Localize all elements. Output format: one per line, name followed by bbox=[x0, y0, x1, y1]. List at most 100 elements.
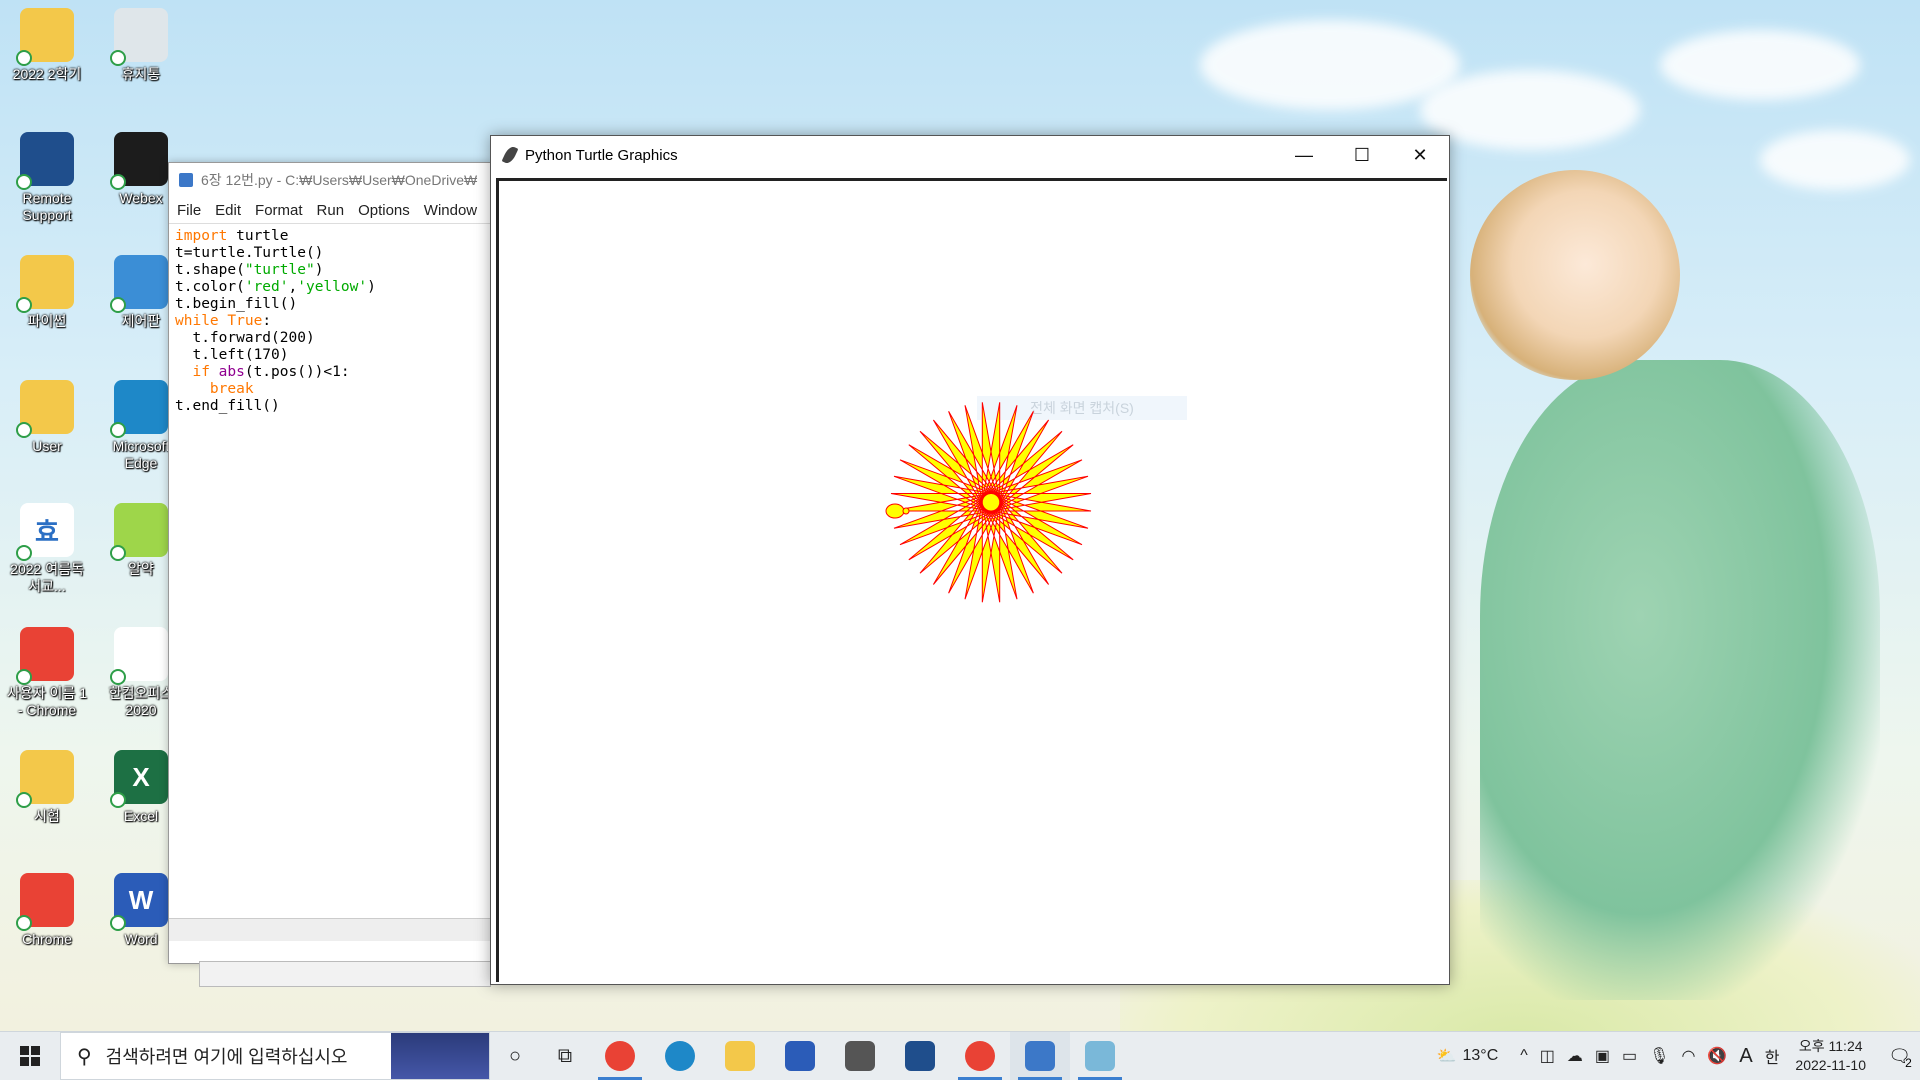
meet-now-icon[interactable]: ◫ bbox=[1540, 1046, 1555, 1066]
desktop-icon-image bbox=[16, 132, 74, 190]
battery-icon[interactable]: ▭ bbox=[1622, 1046, 1637, 1066]
edge-icon bbox=[665, 1041, 695, 1071]
chevron-up-icon[interactable]: ^ bbox=[1520, 1047, 1528, 1065]
idle-title-bar[interactable]: 6장 12번.py - C:₩Users₩User₩OneDrive₩ bbox=[169, 163, 491, 197]
weather-icon[interactable]: ⛅ bbox=[1437, 1046, 1457, 1066]
chrome-user-icon bbox=[605, 1041, 635, 1071]
code-line: import turtle bbox=[175, 228, 485, 245]
volume-muted-icon[interactable]: 🔇 bbox=[1707, 1046, 1727, 1066]
code-text: t.left(170) bbox=[175, 347, 289, 363]
taskbar-app-edge[interactable] bbox=[650, 1032, 710, 1080]
file-explorer-icon bbox=[725, 1041, 755, 1071]
desktop-icon-label: 휴지통 bbox=[121, 66, 161, 82]
maximize-button[interactable]: ☐ bbox=[1333, 136, 1391, 174]
string-literal: 'red' bbox=[244, 279, 289, 295]
taskbar-app-python-idle[interactable] bbox=[1010, 1032, 1070, 1080]
desktop-icon[interactable]: 2022 2학기 bbox=[4, 8, 90, 83]
desktop-icon-label: 파이썬 bbox=[27, 313, 67, 329]
menu-format[interactable]: Format bbox=[255, 202, 303, 219]
desktop-icon-label: 제어판 bbox=[121, 313, 161, 329]
code-line: t=turtle.Turtle() bbox=[175, 245, 485, 262]
notification-count: 2 bbox=[1905, 1056, 1912, 1070]
turtle-canvas[interactable]: 전체 화면 캡처(S) bbox=[496, 178, 1447, 982]
menu-run[interactable]: Run bbox=[317, 202, 345, 219]
desktop-icon-image bbox=[110, 132, 168, 190]
turtle-graphics-window[interactable]: Python Turtle Graphics — ☐ ✕ 전체 화면 캡처(S) bbox=[490, 135, 1450, 985]
menu-file[interactable]: File bbox=[177, 202, 201, 219]
task-view-button[interactable]: ⧉ bbox=[540, 1032, 590, 1080]
sync-status-icon bbox=[16, 174, 32, 190]
turtle-drawing bbox=[885, 402, 1092, 603]
turtle-window-title: Python Turtle Graphics bbox=[525, 146, 678, 164]
taskbar-app-search-app[interactable] bbox=[890, 1032, 950, 1080]
code-line: t.shape("turtle") bbox=[175, 262, 485, 279]
idle-title-text: 6장 12번.py - C:₩Users₩User₩OneDrive₩ bbox=[201, 172, 478, 188]
desktop-icon[interactable]: 파이썬 bbox=[4, 255, 90, 330]
desktop-icon[interactable]: 휴지통 bbox=[98, 8, 184, 83]
wallpaper-figure-head bbox=[1470, 170, 1680, 380]
sync-status-icon bbox=[110, 545, 126, 561]
keyword: break bbox=[175, 381, 254, 397]
taskbar-app-mail[interactable] bbox=[770, 1032, 830, 1080]
desktop-icon[interactable]: 시험 bbox=[4, 750, 90, 825]
start-button[interactable] bbox=[0, 1032, 60, 1080]
desktop-icon[interactable]: 효 2022 여름독서교... bbox=[4, 503, 90, 595]
string-literal: "turtle" bbox=[244, 262, 315, 278]
code-line: if abs(t.pos())<1: bbox=[175, 364, 485, 381]
desktop-icon-label: User bbox=[32, 438, 62, 454]
taskbar-app-chrome-user[interactable] bbox=[590, 1032, 650, 1080]
desktop-icon-label: 사용자 이름 1 - Chrome bbox=[7, 685, 87, 718]
mail-icon bbox=[785, 1041, 815, 1071]
microphone-icon[interactable]: 🎙 bbox=[1649, 1046, 1669, 1066]
desktop-icon[interactable]: 사용자 이름 1 - Chrome bbox=[4, 627, 90, 719]
taskbar-app-settings[interactable] bbox=[830, 1032, 890, 1080]
wifi-icon[interactable]: ◠ bbox=[1681, 1046, 1695, 1066]
notification-center-button[interactable]: 🗨 2 bbox=[1880, 1032, 1920, 1080]
code-editor[interactable]: import turtle t=turtle.Turtle() t.shape("t… bbox=[169, 223, 491, 419]
desktop-icon-image: W bbox=[110, 873, 168, 931]
windows-logo-icon bbox=[20, 1046, 40, 1066]
desktop-icon[interactable]: Remote Support bbox=[4, 132, 90, 224]
minimize-button[interactable]: — bbox=[1275, 136, 1333, 174]
taskbar-app-python-turtle[interactable] bbox=[1070, 1032, 1130, 1080]
code-line: t.color('red','yellow') bbox=[175, 279, 485, 296]
code-line: t.forward(200) bbox=[175, 330, 485, 347]
desktop-icon[interactable]: User bbox=[4, 380, 90, 455]
font-icon[interactable]: A bbox=[1739, 1045, 1752, 1068]
code-text: t=turtle.Turtle() bbox=[175, 245, 324, 261]
taskbar-app-file-explorer[interactable] bbox=[710, 1032, 770, 1080]
ime-indicator[interactable]: 한 bbox=[1765, 1044, 1780, 1068]
builtin: abs bbox=[209, 364, 245, 380]
idle-editor-window[interactable]: 6장 12번.py - C:₩Users₩User₩OneDrive₩ File… bbox=[168, 162, 492, 987]
desktop-icon-image bbox=[110, 380, 168, 438]
onedrive-icon[interactable]: ☁ bbox=[1567, 1046, 1583, 1066]
close-button[interactable]: ✕ bbox=[1391, 136, 1449, 174]
search-app-icon bbox=[905, 1041, 935, 1071]
taskbar-search-box[interactable]: ⚲ 검색하려면 여기에 입력하십시오 bbox=[60, 1032, 490, 1080]
settings-icon bbox=[845, 1041, 875, 1071]
cortana-button[interactable]: ○ bbox=[490, 1032, 540, 1080]
menu-edit[interactable]: Edit bbox=[215, 202, 241, 219]
code-line: break bbox=[175, 381, 485, 398]
search-highlight-image bbox=[391, 1033, 489, 1079]
menu-window[interactable]: Window bbox=[424, 202, 477, 219]
clock[interactable]: 오후 11:24 2022-11-10 bbox=[1795, 1037, 1866, 1075]
sync-status-icon bbox=[16, 50, 32, 66]
code-text: turtle bbox=[227, 228, 289, 244]
desktop-icon-label: 2022 2학기 bbox=[12, 66, 82, 82]
desktop-icon[interactable]: Chrome bbox=[4, 873, 90, 948]
weather-temperature[interactable]: 13°C bbox=[1463, 1047, 1499, 1065]
code-line: t.begin_fill() bbox=[175, 296, 485, 313]
desktop-icon-image bbox=[110, 255, 168, 313]
code-line: t.left(170) bbox=[175, 347, 485, 364]
sync-status-icon bbox=[110, 915, 126, 931]
taskbar-app-chrome[interactable] bbox=[950, 1032, 1010, 1080]
sync-status-icon bbox=[110, 174, 126, 190]
desktop-icon-image bbox=[16, 627, 74, 685]
menu-options[interactable]: Options bbox=[358, 202, 410, 219]
display-icon[interactable]: ▣ bbox=[1595, 1046, 1610, 1066]
turtle-title-bar[interactable]: Python Turtle Graphics — ☐ ✕ bbox=[491, 136, 1449, 174]
idle-shell-window-edge[interactable] bbox=[199, 961, 491, 987]
python-idle-icon bbox=[1025, 1041, 1055, 1071]
desktop-icon-label: Webex bbox=[119, 190, 163, 206]
